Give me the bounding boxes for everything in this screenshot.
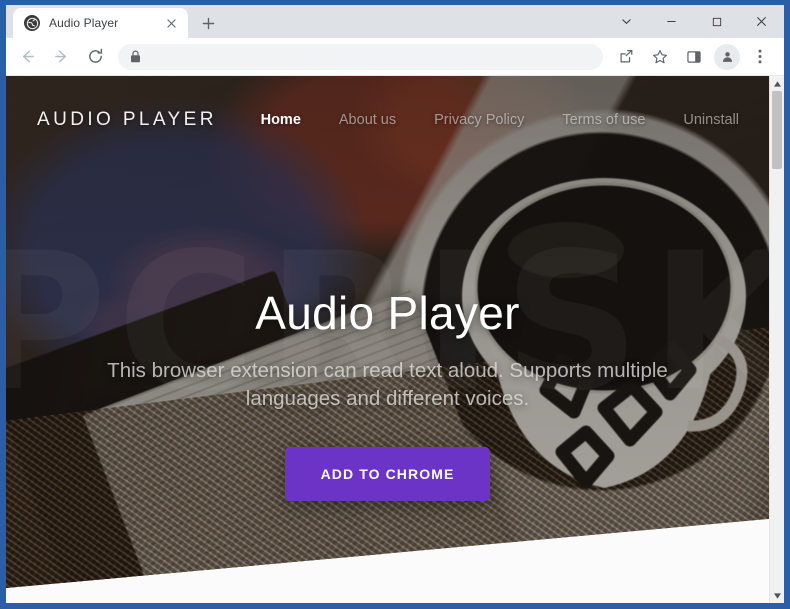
tab-strip: Audio Player [6,5,784,38]
hero-content: AUDIO PLAYER Home About us Privacy Polic… [6,76,769,588]
star-icon[interactable] [645,42,675,72]
hero-section: PCRISK AUDIO PLAYER Home About us Privac… [6,76,769,588]
web-page: PCRISK AUDIO PLAYER Home About us Privac… [6,76,769,603]
chevron-down-icon[interactable] [604,5,649,38]
tab-close-icon[interactable] [163,15,180,32]
browser-window: Audio Player AUDIO PLAYER Home About us … [0,0,790,609]
tab-title: Audio Player [49,16,119,30]
site-header: AUDIO PLAYER Home About us Privacy Polic… [6,76,769,164]
back-arrow-icon[interactable] [12,42,42,72]
hero-title: Audio Player [255,287,520,339]
site-nav: Home About us Privacy Policy Terms of us… [261,112,739,128]
hero-subtitle: This browser extension can read text alo… [107,359,668,411]
profile-avatar-icon[interactable] [714,43,740,70]
browser-tab[interactable]: Audio Player [13,8,188,38]
nav-item-uninstall[interactable]: Uninstall [683,112,739,128]
add-to-chrome-button[interactable]: ADD TO CHROME [284,446,491,501]
site-brand-logo[interactable]: AUDIO PLAYER [37,109,217,131]
nav-item-home[interactable]: Home [261,112,301,128]
url-input[interactable] [150,49,591,64]
hero-copy: Audio Player This browser extension can … [6,290,769,501]
globe-icon [24,15,40,31]
three-dot-menu-icon[interactable] [745,42,775,72]
maximize-icon[interactable] [694,5,739,38]
page-viewport: PCRISK AUDIO PLAYER Home About us Privac… [6,76,784,603]
side-panel-icon[interactable] [679,42,709,72]
new-tab-button[interactable] [194,9,222,37]
lock-icon [130,50,141,63]
window-controls [604,5,784,38]
scrollbar-thumb[interactable] [772,91,782,169]
scroll-down-arrow[interactable] [770,588,784,603]
browser-toolbar [6,38,784,76]
scroll-up-arrow[interactable] [770,76,784,91]
share-icon[interactable] [611,42,641,72]
nav-item-terms-of-use[interactable]: Terms of use [562,112,645,128]
close-icon[interactable] [739,5,784,38]
cta-container: ADD TO CHROME [66,446,709,501]
address-bar[interactable] [118,43,603,70]
forward-arrow-icon[interactable] [46,42,76,72]
nav-item-privacy-policy[interactable]: Privacy Policy [434,112,524,128]
vertical-scrollbar[interactable] [769,76,784,603]
minimize-icon[interactable] [649,5,694,38]
reload-icon[interactable] [80,42,110,72]
scrollbar-track[interactable] [770,91,784,588]
nav-item-about-us[interactable]: About us [339,112,396,128]
